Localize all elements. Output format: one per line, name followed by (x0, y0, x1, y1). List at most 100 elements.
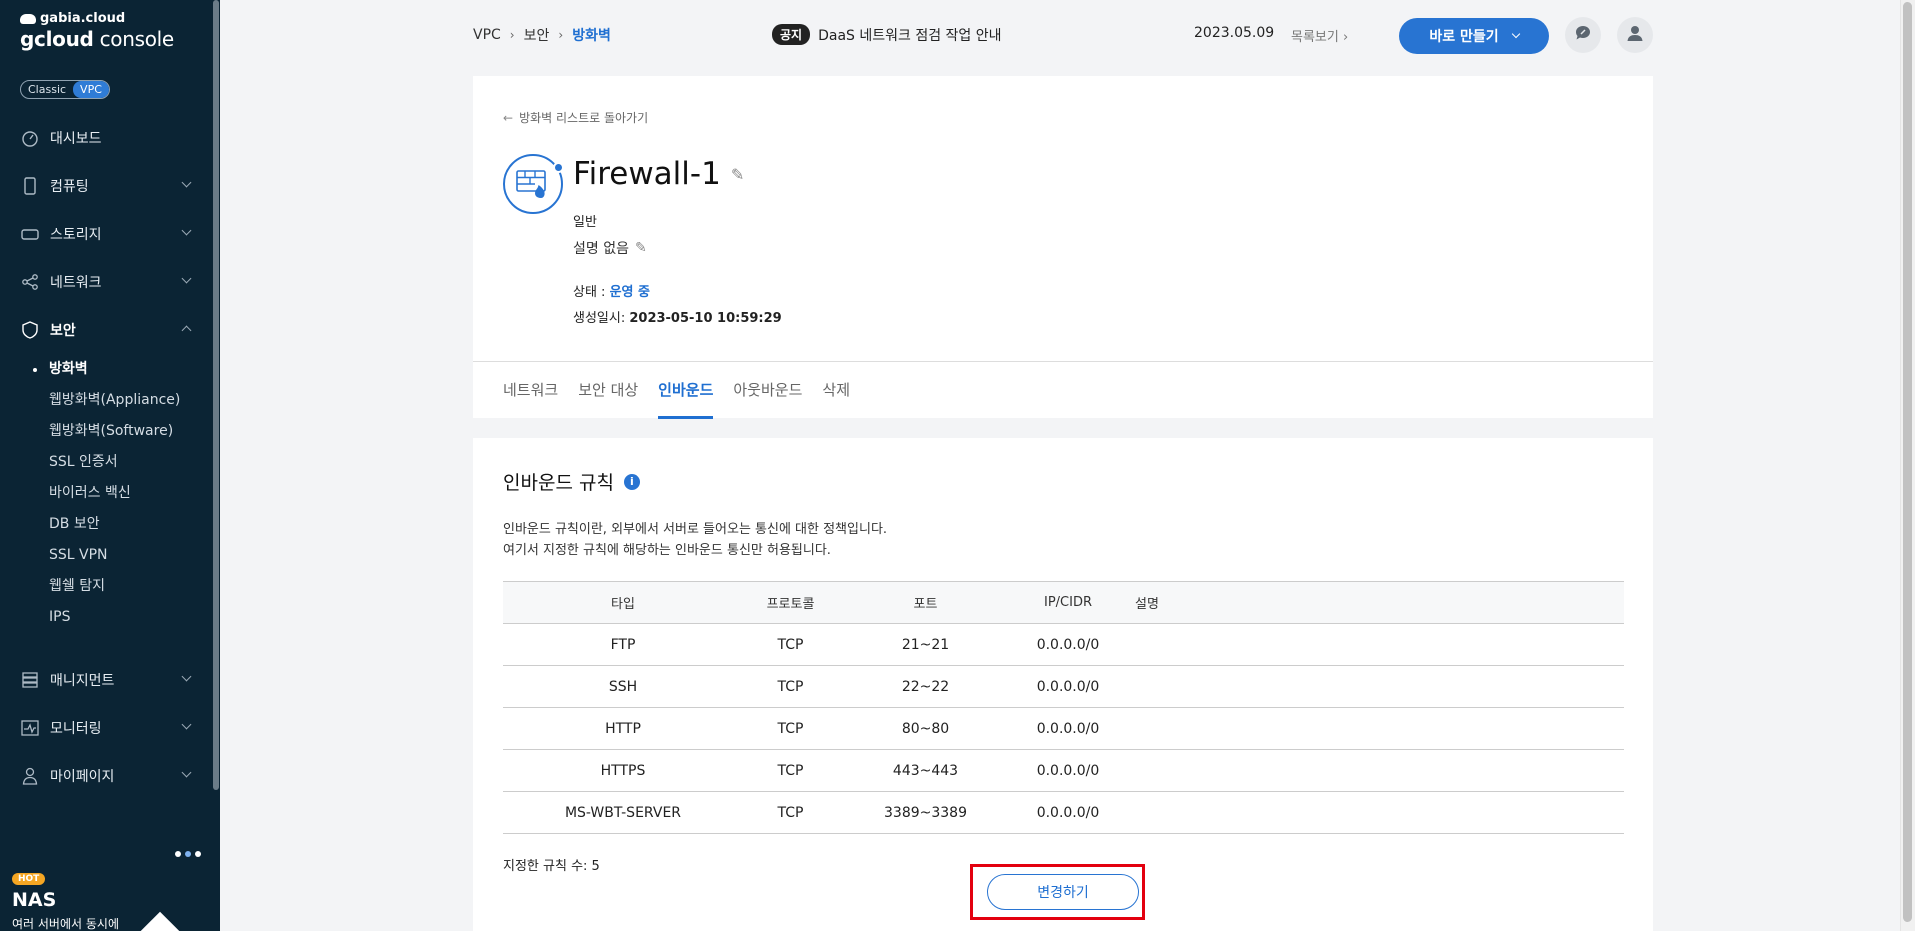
cell-description (1123, 749, 1624, 792)
env-toggle: Classic VPC (20, 80, 110, 99)
table-header-row: 타입 프로토콜 포트 IP/CIDR 설명 (503, 581, 1624, 624)
env-vpc-option[interactable]: VPC (73, 81, 109, 98)
status-dot (553, 162, 564, 173)
quick-create-button[interactable]: 바로 만들기 (1399, 18, 1549, 54)
sidebar-item-label: 네트워크 (50, 275, 102, 291)
server-icon (20, 176, 40, 196)
sidebar-item-network[interactable]: 네트워크 (0, 258, 212, 306)
sidebar-nav: 대시보드 컴퓨팅 스토리지 네트워크 보안 방화벽 웹방화벽(Appliance… (0, 114, 212, 800)
sidebar-item-management[interactable]: 매니지먼트 (0, 656, 212, 704)
table-row: SSH TCP 22~22 0.0.0.0/0 (503, 665, 1624, 708)
env-classic-option[interactable]: Classic (21, 81, 73, 98)
cell-protocol: TCP (743, 791, 838, 834)
back-link-label: 방화벽 리스트로 돌아가기 (519, 111, 649, 125)
dashboard-icon (20, 128, 40, 148)
inbound-rules-description: 인바운드 규칙이란, 외부에서 서버로 들어오는 통신에 대한 정책입니다. 여… (503, 519, 887, 561)
sidebar-subitem-waf-software[interactable]: 웹방화벽(Software) (49, 416, 212, 447)
cell-type: HTTP (503, 707, 743, 750)
profile-button[interactable] (1617, 17, 1653, 53)
change-rules-button[interactable]: 변경하기 (987, 874, 1139, 910)
sidebar-subitem-ssl-cert[interactable]: SSL 인증서 (49, 447, 212, 478)
chevron-up-icon (181, 325, 192, 336)
tab-inbound[interactable]: 인바운드 (658, 362, 714, 419)
page-scrollbar[interactable] (1900, 0, 1915, 931)
notice-badge: 공지 (772, 24, 811, 45)
sidebar-scrollbar[interactable] (213, 0, 219, 790)
cell-ip-cidr: 0.0.0.0/0 (1013, 707, 1123, 750)
tab-delete[interactable]: 삭제 (822, 362, 850, 419)
promo-desc: 여러 서버에서 동시에 (12, 917, 119, 931)
quick-create-label: 바로 만들기 (1429, 29, 1499, 45)
notice-text: DaaS 네트워크 점검 작업 안내 (818, 27, 1002, 44)
cell-description (1123, 707, 1624, 750)
status-value: 운영 중 (609, 285, 650, 300)
chevron-down-icon (181, 719, 192, 730)
hot-badge: HOT (12, 873, 46, 885)
cell-protocol: TCP (743, 623, 838, 666)
brand-name-bold: gcloud (20, 27, 94, 51)
user-icon (20, 766, 40, 786)
firewall-status: 상태 : 운영 중 (573, 281, 650, 300)
sidebar-item-dashboard[interactable]: 대시보드 (0, 114, 212, 162)
page-scrollbar-thumb[interactable] (1903, 2, 1912, 922)
sidebar-subitem-waf-appliance[interactable]: 웹방화벽(Appliance) (49, 385, 212, 416)
brand-name-rest: console (93, 27, 175, 51)
cell-port: 22~22 (838, 665, 1013, 708)
sidebar-subitem-antivirus[interactable]: 바이러스 백신 (49, 478, 212, 509)
cell-ip-cidr: 0.0.0.0/0 (1013, 791, 1123, 834)
sidebar-subitem-ssl-vpn[interactable]: SSL VPN (49, 540, 212, 571)
detail-tabs: 네트워크 보안 대상 인바운드 아웃바운드 삭제 (473, 361, 1653, 419)
notice-list-link[interactable]: 목록보기 › (1291, 26, 1348, 45)
sidebar-item-computing[interactable]: 컴퓨팅 (0, 162, 212, 210)
sidebar-subitem-webshell[interactable]: 웹쉘 탐지 (49, 571, 212, 602)
table-row: FTP TCP 21~21 0.0.0.0/0 (503, 623, 1624, 666)
info-icon[interactable]: i (623, 473, 640, 490)
monitoring-icon (20, 718, 40, 738)
tab-outbound[interactable]: 아웃바운드 (733, 362, 802, 419)
firewall-detail-card: ← 방화벽 리스트로 돌아가기 Firewall-1 ✎ 일반 설명 없음 ✎ … (473, 76, 1653, 419)
cell-port: 21~21 (838, 623, 1013, 666)
cell-ip-cidr: 0.0.0.0/0 (1013, 623, 1123, 666)
sidebar-item-security[interactable]: 보안 (0, 306, 212, 354)
back-to-list-link[interactable]: ← 방화벽 리스트로 돌아가기 (503, 109, 648, 126)
table-row: MS-WBT-SERVER TCP 3389~3389 0.0.0.0/0 (503, 791, 1624, 834)
table-row: HTTPS TCP 443~443 0.0.0.0/0 (503, 749, 1624, 792)
chat-button[interactable] (1565, 17, 1601, 53)
inbound-rules-card: 인바운드 규칙 i 인바운드 규칙이란, 외부에서 서버로 들어오는 통신에 대… (473, 438, 1653, 931)
breadcrumb-vpc[interactable]: VPC (473, 27, 501, 43)
promo-title: NAS (12, 889, 57, 911)
cloud-icon (20, 13, 36, 24)
cell-port: 3389~3389 (838, 791, 1013, 834)
sidebar-item-monitoring[interactable]: 모니터링 (0, 704, 212, 752)
firewall-name: Firewall-1 (573, 156, 721, 192)
chevron-down-icon (181, 671, 192, 682)
sidebar-subitem-db-security[interactable]: DB 보안 (49, 509, 212, 540)
status-label: 상태 : (573, 285, 610, 300)
created-value: 2023-05-10 10:59:29 (629, 311, 782, 326)
chevron-down-icon (181, 177, 192, 188)
promo-banner[interactable]: HOT NAS 여러 서버에서 동시에 (12, 866, 119, 931)
breadcrumb-security[interactable]: 보안 (524, 25, 550, 45)
chevron-down-icon (181, 225, 192, 236)
notice-banner[interactable]: 공지 DaaS 네트워크 점검 작업 안내 (772, 24, 1002, 45)
column-header-protocol: 프로토콜 (743, 581, 838, 624)
edit-name-pencil-icon[interactable]: ✎ (731, 165, 744, 184)
table-row: HTTP TCP 80~80 0.0.0.0/0 (503, 707, 1624, 750)
shield-icon (20, 320, 40, 340)
sidebar-item-storage[interactable]: 스토리지 (0, 210, 212, 258)
sidebar-item-mypage[interactable]: 마이페이지 (0, 752, 212, 800)
brand-logo[interactable]: gabia.cloud gcloud console (20, 11, 174, 51)
tab-security-target[interactable]: 보안 대상 (578, 362, 638, 419)
sidebar-subitem-firewall[interactable]: 방화벽 (33, 354, 212, 385)
firewall-description: 설명 없음 (573, 241, 629, 257)
edit-description-pencil-icon[interactable]: ✎ (635, 240, 647, 256)
cell-type: HTTPS (503, 749, 743, 792)
sidebar-subitem-ips[interactable]: IPS (49, 602, 212, 633)
cell-port: 443~443 (838, 749, 1013, 792)
tab-network[interactable]: 네트워크 (503, 362, 558, 419)
breadcrumb-firewall[interactable]: 방화벽 (572, 25, 611, 45)
cell-description (1123, 791, 1624, 834)
description-line-1: 인바운드 규칙이란, 외부에서 서버로 들어오는 통신에 대한 정책입니다. (503, 522, 888, 537)
sidebar-item-label: 대시보드 (50, 131, 102, 147)
promo-pagination-dots[interactable] (175, 851, 201, 857)
